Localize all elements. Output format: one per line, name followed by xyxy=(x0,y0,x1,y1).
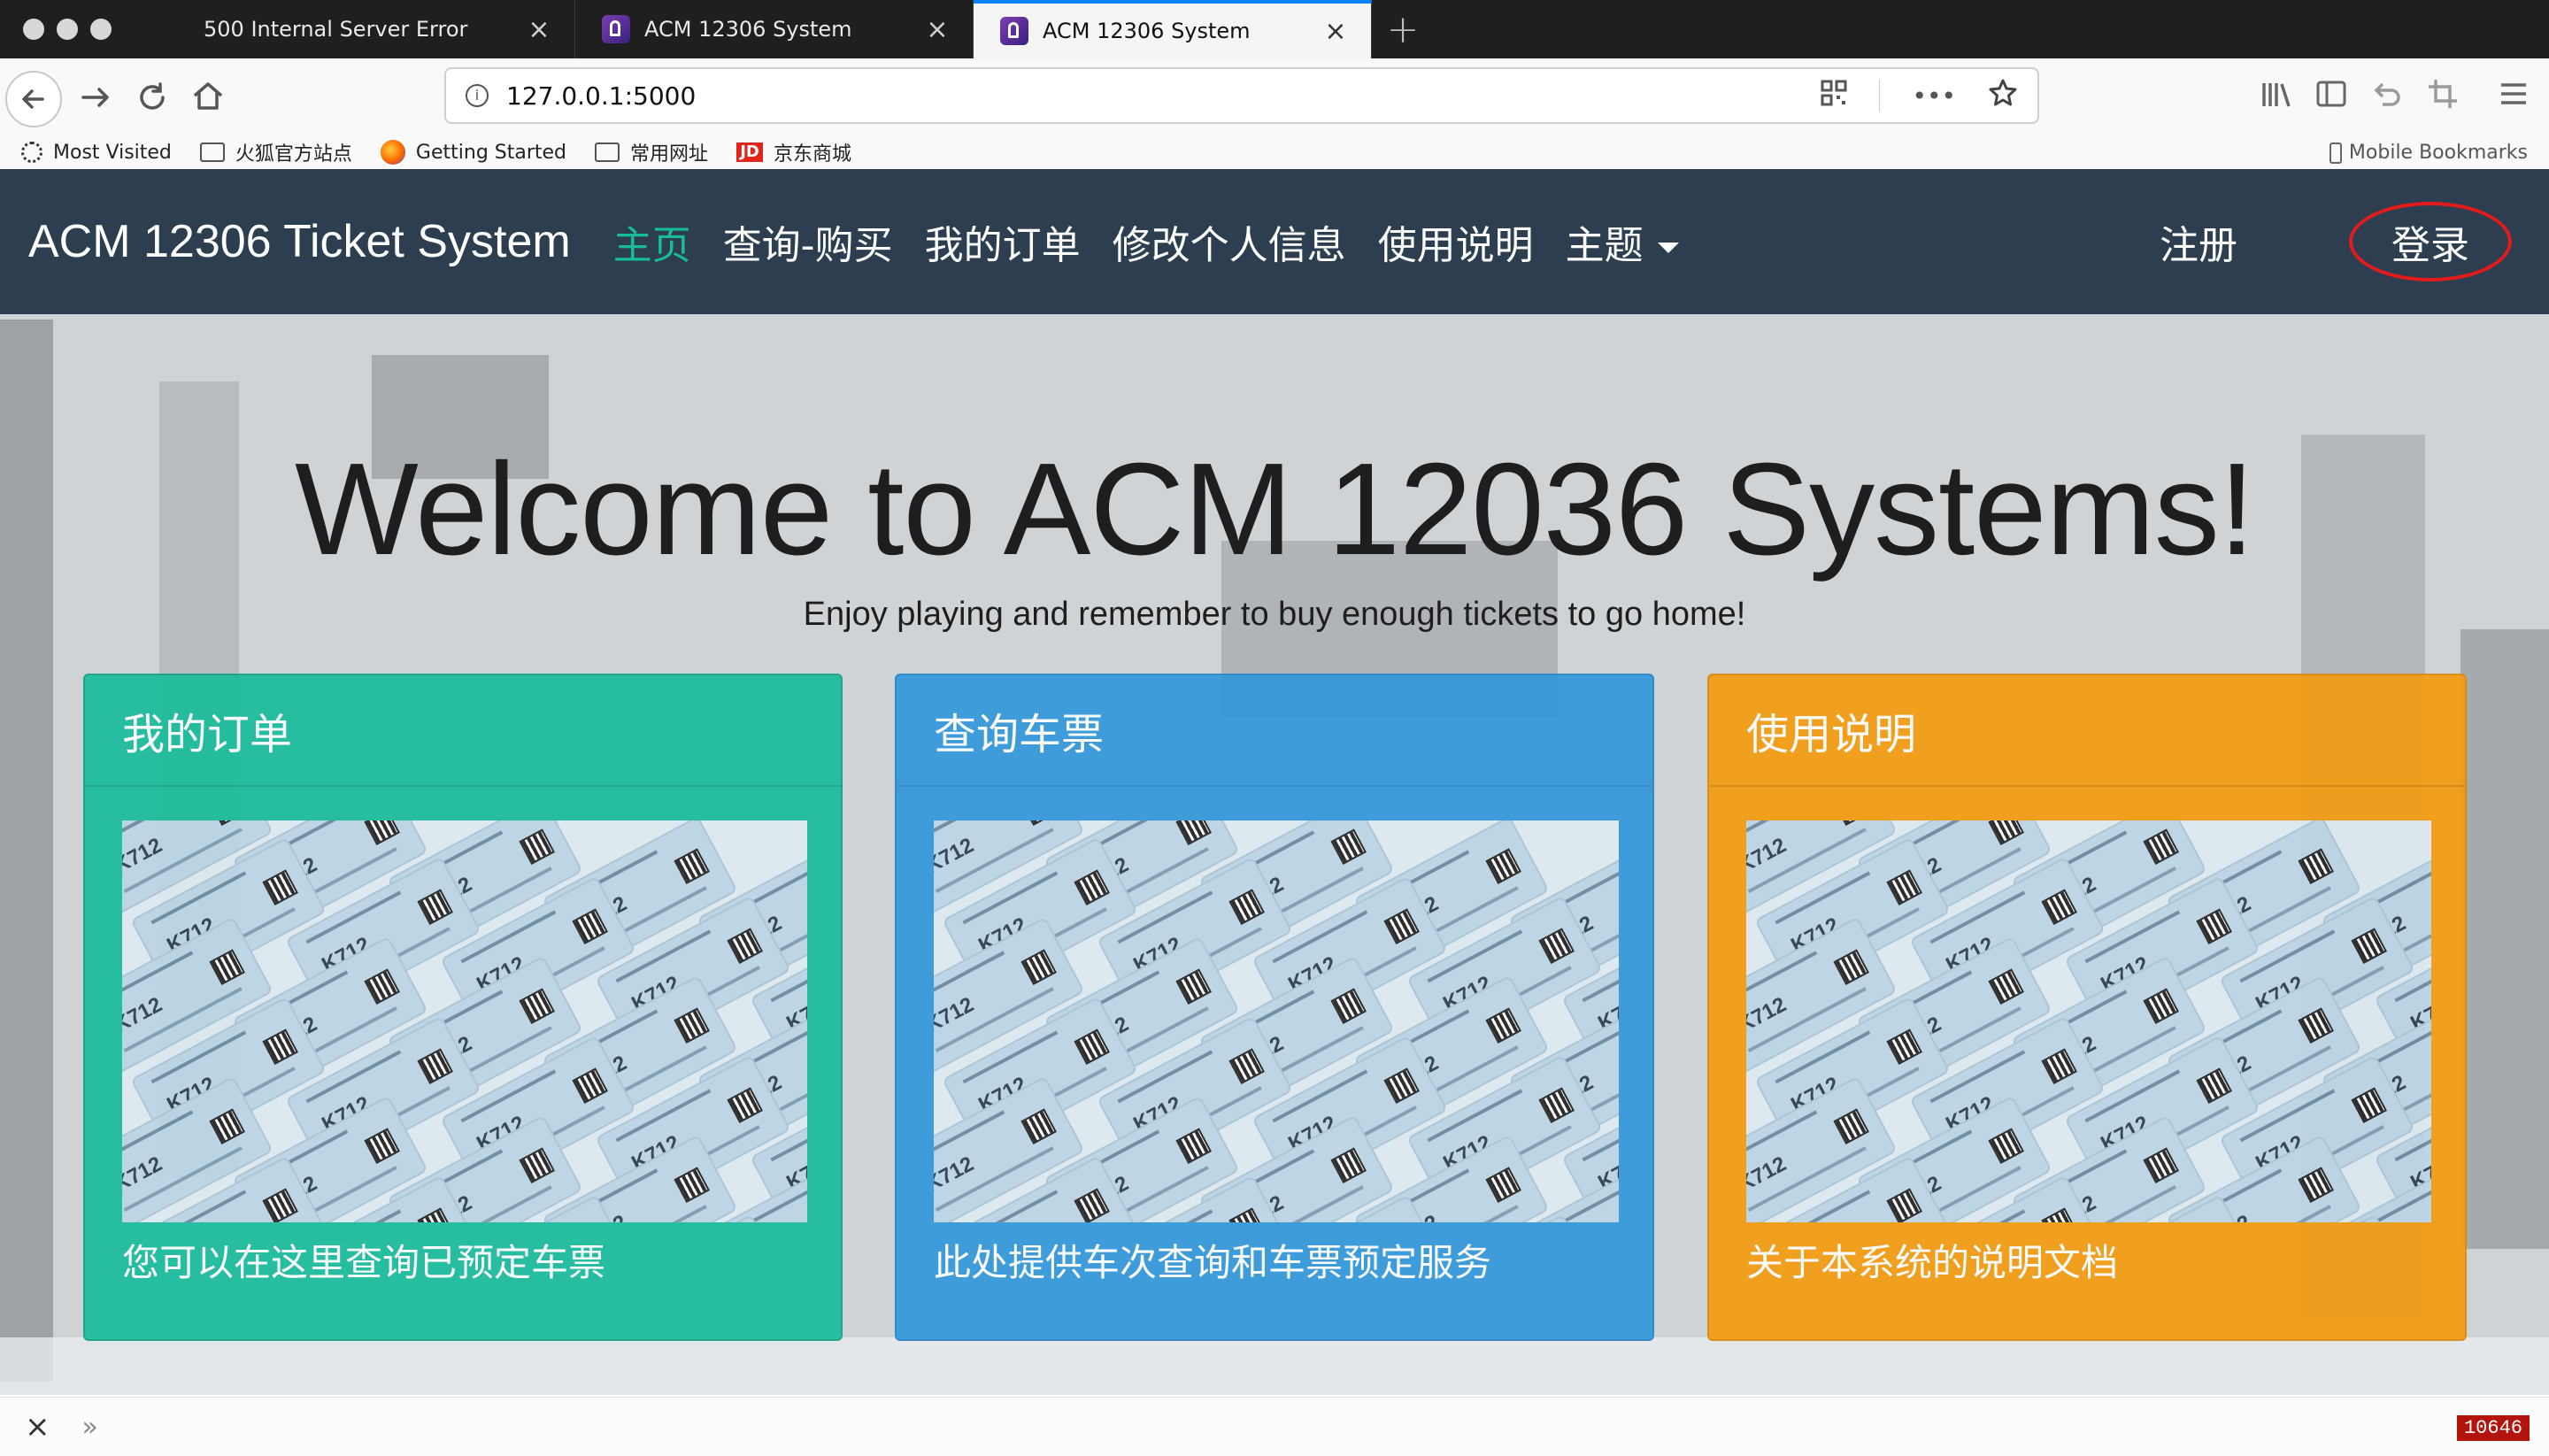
tab-acm-system[interactable]: ACM 12306 System × xyxy=(575,0,974,58)
site-favicon-icon xyxy=(1000,17,1028,45)
card-my-orders[interactable]: 我的订单 K712 K712 K712 K712 K712 K712 K712 K712 K71… xyxy=(83,674,843,1341)
bookmark-label: 常用网址 xyxy=(630,143,709,166)
screenshot-icon[interactable] xyxy=(2425,76,2460,115)
forward-button[interactable] xyxy=(76,78,115,120)
gear-icon xyxy=(21,142,42,163)
mobile-bookmarks-label: Mobile Bookmarks xyxy=(2348,142,2528,164)
login-link[interactable]: 登录 xyxy=(2349,202,2512,281)
tickets-image: K712 K712 K712 K712 K712 K712 K712 K712 K712 K712… xyxy=(122,820,807,1222)
nav-my-orders[interactable]: 我的订单 xyxy=(925,213,1081,270)
nav-theme-dropdown[interactable]: 主题 xyxy=(1566,213,1679,270)
card-title: 使用说明 xyxy=(1709,675,2465,787)
tab-title: 500 Internal Server Error xyxy=(204,17,468,42)
tab-acm-system-active[interactable]: ACM 12306 System × xyxy=(974,0,1372,58)
card-description: 您可以在这里查询已预定车票 xyxy=(122,1241,606,1284)
url-text: 127.0.0.1:5000 xyxy=(506,81,697,111)
close-window-button[interactable] xyxy=(23,19,44,40)
bookmark-jd[interactable]: JD 京东商城 xyxy=(736,138,851,166)
tickets-image: K712 K712 K712 K712 K712 K712 K712 K712 K712 K712… xyxy=(1746,820,2431,1222)
red-annotation-circle xyxy=(2349,202,2512,281)
card-title: 我的订单 xyxy=(85,675,841,787)
hero-subtitle: Enjoy playing and remember to buy enough… xyxy=(803,596,1746,633)
tab-title: ACM 12306 System xyxy=(1043,19,1251,43)
address-bar[interactable]: i 127.0.0.1:5000 ••• xyxy=(444,67,2039,124)
nav-home[interactable]: 主页 xyxy=(613,213,691,270)
tab-title: ACM 12306 System xyxy=(644,17,852,42)
forward-arrow-icon xyxy=(81,88,109,107)
close-icon[interactable]: × xyxy=(25,1409,50,1444)
tickets-image: K712 K712 K712 K712 K712 K712 K712 K712 K712 K712… xyxy=(934,820,1619,1222)
site-favicon-icon xyxy=(602,15,630,43)
maximize-window-button[interactable] xyxy=(90,19,112,40)
card-title: 查询车票 xyxy=(897,675,1652,787)
register-link[interactable]: 注册 xyxy=(2160,213,2237,270)
new-tab-button[interactable]: + xyxy=(1372,0,1434,58)
card-search-tickets[interactable]: 查询车票 K712 K712 K712 K712 K712 K712 K712 K712 K71… xyxy=(895,674,1654,1341)
status-bar: × » 10646 xyxy=(0,1397,2549,1456)
library-icon[interactable] xyxy=(2259,76,2294,115)
tab-close-icon[interactable]: × xyxy=(525,14,553,45)
nav-search-buy[interactable]: 查询-购买 xyxy=(723,213,893,270)
hero-title: Welcome to ACM 12036 Systems! xyxy=(295,436,2255,582)
divider xyxy=(1879,80,1881,112)
bookmark-most-visited[interactable]: Most Visited xyxy=(21,142,172,164)
window-controls xyxy=(0,0,177,58)
web-page: ACM 12306 Ticket System 主页 查询-购买 我的订单 修改… xyxy=(0,169,2549,1395)
page-actions-icon[interactable]: ••• xyxy=(1912,81,1956,111)
home-icon xyxy=(193,82,223,110)
phone-icon xyxy=(2329,142,2342,164)
folder-icon xyxy=(595,143,620,162)
card-description: 关于本系统的说明文档 xyxy=(1746,1241,2119,1284)
sidebar-icon[interactable] xyxy=(2314,76,2349,115)
bookmark-getting-started[interactable]: Getting Started xyxy=(380,140,567,165)
bookmark-label: Most Visited xyxy=(53,141,172,164)
site-info-icon[interactable]: i xyxy=(466,84,489,107)
folder-icon xyxy=(199,143,225,162)
site-brand[interactable]: ACM 12306 Ticket System xyxy=(28,215,571,268)
tab-close-icon[interactable]: × xyxy=(923,14,951,45)
undo-icon[interactable] xyxy=(2368,76,2404,115)
tab-500-error[interactable]: 500 Internal Server Error × xyxy=(177,0,575,58)
tab-close-icon[interactable]: × xyxy=(1321,16,1350,47)
bookmark-label: 火狐官方站点 xyxy=(235,143,352,166)
site-navbar: ACM 12306 Ticket System 主页 查询-购买 我的订单 修改… xyxy=(0,169,2549,314)
card-instructions[interactable]: 使用说明 K712 K712 K712 K712 K712 K712 K712 K712 K71… xyxy=(1707,674,2467,1341)
nav-instructions[interactable]: 使用说明 xyxy=(1378,213,1534,270)
firefox-icon xyxy=(380,140,405,165)
mobile-bookmarks[interactable]: Mobile Bookmarks xyxy=(2329,142,2528,164)
bookmark-firefox-site[interactable]: 火狐官方站点 xyxy=(199,138,352,166)
hamburger-menu-icon[interactable] xyxy=(2498,76,2530,115)
qr-code-icon[interactable] xyxy=(1821,80,1847,112)
bookmark-star-icon[interactable] xyxy=(1988,78,2018,114)
bookmark-label: 京东商城 xyxy=(774,143,852,166)
double-chevron-icon[interactable]: » xyxy=(82,1412,98,1443)
nav-theme-label: 主题 xyxy=(1565,223,1644,268)
browser-tab-strip: 500 Internal Server Error × ACM 12306 Sy… xyxy=(0,0,2549,58)
bookmark-label: Getting Started xyxy=(415,141,567,164)
card-description: 此处提供车次查询和车票预定服务 xyxy=(934,1241,1492,1284)
home-button[interactable] xyxy=(188,76,228,120)
caret-down-icon xyxy=(1657,243,1679,253)
bookmark-common-sites[interactable]: 常用网址 xyxy=(595,138,708,166)
nav-edit-profile[interactable]: 修改个人信息 xyxy=(1113,213,1346,270)
minimize-window-button[interactable] xyxy=(57,19,78,40)
reload-button[interactable] xyxy=(133,78,172,120)
counter-badge: 10646 xyxy=(2456,1415,2530,1441)
back-arrow-icon xyxy=(22,89,44,109)
back-button[interactable] xyxy=(5,71,62,127)
jd-logo-icon: JD xyxy=(736,143,764,162)
reload-icon xyxy=(140,82,165,110)
